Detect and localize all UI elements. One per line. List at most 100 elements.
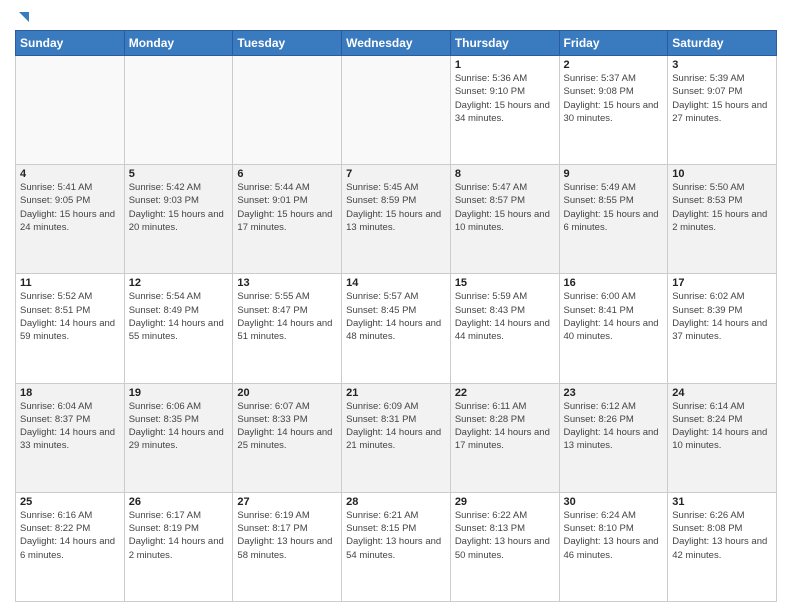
calendar-header-sunday: Sunday [16,31,125,56]
day-number: 1 [455,59,555,71]
calendar-header-friday: Friday [559,31,668,56]
calendar-day-cell: 30Sunrise: 6:24 AM Sunset: 8:10 PM Dayli… [559,492,668,601]
calendar-header-thursday: Thursday [450,31,559,56]
day-info: Sunrise: 5:50 AM Sunset: 8:53 PM Dayligh… [672,181,772,234]
day-number: 16 [564,277,664,289]
day-number: 2 [564,59,664,71]
calendar-day-cell [342,56,451,165]
day-number: 31 [672,496,772,508]
calendar-week-row: 25Sunrise: 6:16 AM Sunset: 8:22 PM Dayli… [16,492,777,601]
day-number: 30 [564,496,664,508]
calendar-table: SundayMondayTuesdayWednesdayThursdayFrid… [15,30,777,602]
day-info: Sunrise: 5:42 AM Sunset: 9:03 PM Dayligh… [129,181,229,234]
day-number: 17 [672,277,772,289]
day-info: Sunrise: 5:45 AM Sunset: 8:59 PM Dayligh… [346,181,446,234]
calendar-day-cell: 13Sunrise: 5:55 AM Sunset: 8:47 PM Dayli… [233,274,342,383]
day-number: 7 [346,168,446,180]
calendar-header-saturday: Saturday [668,31,777,56]
calendar-week-row: 18Sunrise: 6:04 AM Sunset: 8:37 PM Dayli… [16,383,777,492]
calendar-day-cell: 16Sunrise: 6:00 AM Sunset: 8:41 PM Dayli… [559,274,668,383]
day-info: Sunrise: 6:07 AM Sunset: 8:33 PM Dayligh… [237,400,337,453]
calendar-day-cell: 20Sunrise: 6:07 AM Sunset: 8:33 PM Dayli… [233,383,342,492]
calendar-day-cell: 3Sunrise: 5:39 AM Sunset: 9:07 PM Daylig… [668,56,777,165]
day-number: 19 [129,387,229,399]
day-info: Sunrise: 6:19 AM Sunset: 8:17 PM Dayligh… [237,509,337,562]
day-info: Sunrise: 5:59 AM Sunset: 8:43 PM Dayligh… [455,290,555,343]
day-number: 21 [346,387,446,399]
day-info: Sunrise: 6:09 AM Sunset: 8:31 PM Dayligh… [346,400,446,453]
day-info: Sunrise: 5:55 AM Sunset: 8:47 PM Dayligh… [237,290,337,343]
day-number: 27 [237,496,337,508]
calendar-day-cell [16,56,125,165]
day-info: Sunrise: 6:11 AM Sunset: 8:28 PM Dayligh… [455,400,555,453]
day-info: Sunrise: 5:52 AM Sunset: 8:51 PM Dayligh… [20,290,120,343]
calendar-day-cell: 4Sunrise: 5:41 AM Sunset: 9:05 PM Daylig… [16,165,125,274]
calendar-week-row: 4Sunrise: 5:41 AM Sunset: 9:05 PM Daylig… [16,165,777,274]
day-number: 22 [455,387,555,399]
day-info: Sunrise: 5:54 AM Sunset: 8:49 PM Dayligh… [129,290,229,343]
day-number: 14 [346,277,446,289]
calendar-day-cell: 5Sunrise: 5:42 AM Sunset: 9:03 PM Daylig… [124,165,233,274]
calendar-header-monday: Monday [124,31,233,56]
logo [15,10,29,22]
calendar-day-cell: 29Sunrise: 6:22 AM Sunset: 8:13 PM Dayli… [450,492,559,601]
calendar-day-cell: 15Sunrise: 5:59 AM Sunset: 8:43 PM Dayli… [450,274,559,383]
day-info: Sunrise: 6:00 AM Sunset: 8:41 PM Dayligh… [564,290,664,343]
calendar-day-cell: 28Sunrise: 6:21 AM Sunset: 8:15 PM Dayli… [342,492,451,601]
calendar-day-cell: 19Sunrise: 6:06 AM Sunset: 8:35 PM Dayli… [124,383,233,492]
day-info: Sunrise: 5:41 AM Sunset: 9:05 PM Dayligh… [20,181,120,234]
day-info: Sunrise: 5:39 AM Sunset: 9:07 PM Dayligh… [672,72,772,125]
day-info: Sunrise: 5:37 AM Sunset: 9:08 PM Dayligh… [564,72,664,125]
calendar-day-cell: 22Sunrise: 6:11 AM Sunset: 8:28 PM Dayli… [450,383,559,492]
day-number: 13 [237,277,337,289]
day-info: Sunrise: 6:04 AM Sunset: 8:37 PM Dayligh… [20,400,120,453]
calendar-day-cell: 10Sunrise: 5:50 AM Sunset: 8:53 PM Dayli… [668,165,777,274]
header [15,10,777,22]
calendar-day-cell: 11Sunrise: 5:52 AM Sunset: 8:51 PM Dayli… [16,274,125,383]
calendar-day-cell: 6Sunrise: 5:44 AM Sunset: 9:01 PM Daylig… [233,165,342,274]
day-number: 5 [129,168,229,180]
calendar-day-cell: 14Sunrise: 5:57 AM Sunset: 8:45 PM Dayli… [342,274,451,383]
page: SundayMondayTuesdayWednesdayThursdayFrid… [0,0,792,612]
day-info: Sunrise: 5:49 AM Sunset: 8:55 PM Dayligh… [564,181,664,234]
calendar-week-row: 11Sunrise: 5:52 AM Sunset: 8:51 PM Dayli… [16,274,777,383]
calendar-week-row: 1Sunrise: 5:36 AM Sunset: 9:10 PM Daylig… [16,56,777,165]
day-info: Sunrise: 6:26 AM Sunset: 8:08 PM Dayligh… [672,509,772,562]
calendar-day-cell [233,56,342,165]
calendar-day-cell: 2Sunrise: 5:37 AM Sunset: 9:08 PM Daylig… [559,56,668,165]
day-number: 28 [346,496,446,508]
day-number: 29 [455,496,555,508]
calendar-day-cell: 31Sunrise: 6:26 AM Sunset: 8:08 PM Dayli… [668,492,777,601]
day-info: Sunrise: 5:57 AM Sunset: 8:45 PM Dayligh… [346,290,446,343]
day-number: 26 [129,496,229,508]
calendar-header-tuesday: Tuesday [233,31,342,56]
day-info: Sunrise: 6:14 AM Sunset: 8:24 PM Dayligh… [672,400,772,453]
day-number: 20 [237,387,337,399]
calendar-day-cell: 21Sunrise: 6:09 AM Sunset: 8:31 PM Dayli… [342,383,451,492]
day-number: 15 [455,277,555,289]
calendar-day-cell: 17Sunrise: 6:02 AM Sunset: 8:39 PM Dayli… [668,274,777,383]
day-number: 24 [672,387,772,399]
day-number: 3 [672,59,772,71]
day-number: 11 [20,277,120,289]
calendar-day-cell: 23Sunrise: 6:12 AM Sunset: 8:26 PM Dayli… [559,383,668,492]
day-info: Sunrise: 5:44 AM Sunset: 9:01 PM Dayligh… [237,181,337,234]
calendar-day-cell [124,56,233,165]
day-number: 4 [20,168,120,180]
day-info: Sunrise: 6:24 AM Sunset: 8:10 PM Dayligh… [564,509,664,562]
calendar-day-cell: 24Sunrise: 6:14 AM Sunset: 8:24 PM Dayli… [668,383,777,492]
day-info: Sunrise: 6:12 AM Sunset: 8:26 PM Dayligh… [564,400,664,453]
calendar-header-wednesday: Wednesday [342,31,451,56]
day-info: Sunrise: 5:36 AM Sunset: 9:10 PM Dayligh… [455,72,555,125]
day-info: Sunrise: 6:22 AM Sunset: 8:13 PM Dayligh… [455,509,555,562]
day-info: Sunrise: 6:06 AM Sunset: 8:35 PM Dayligh… [129,400,229,453]
day-info: Sunrise: 6:16 AM Sunset: 8:22 PM Dayligh… [20,509,120,562]
day-number: 9 [564,168,664,180]
day-number: 12 [129,277,229,289]
logo-arrow-icon [19,12,29,22]
calendar-day-cell: 9Sunrise: 5:49 AM Sunset: 8:55 PM Daylig… [559,165,668,274]
calendar-day-cell: 7Sunrise: 5:45 AM Sunset: 8:59 PM Daylig… [342,165,451,274]
calendar-day-cell: 25Sunrise: 6:16 AM Sunset: 8:22 PM Dayli… [16,492,125,601]
day-info: Sunrise: 6:17 AM Sunset: 8:19 PM Dayligh… [129,509,229,562]
day-number: 8 [455,168,555,180]
